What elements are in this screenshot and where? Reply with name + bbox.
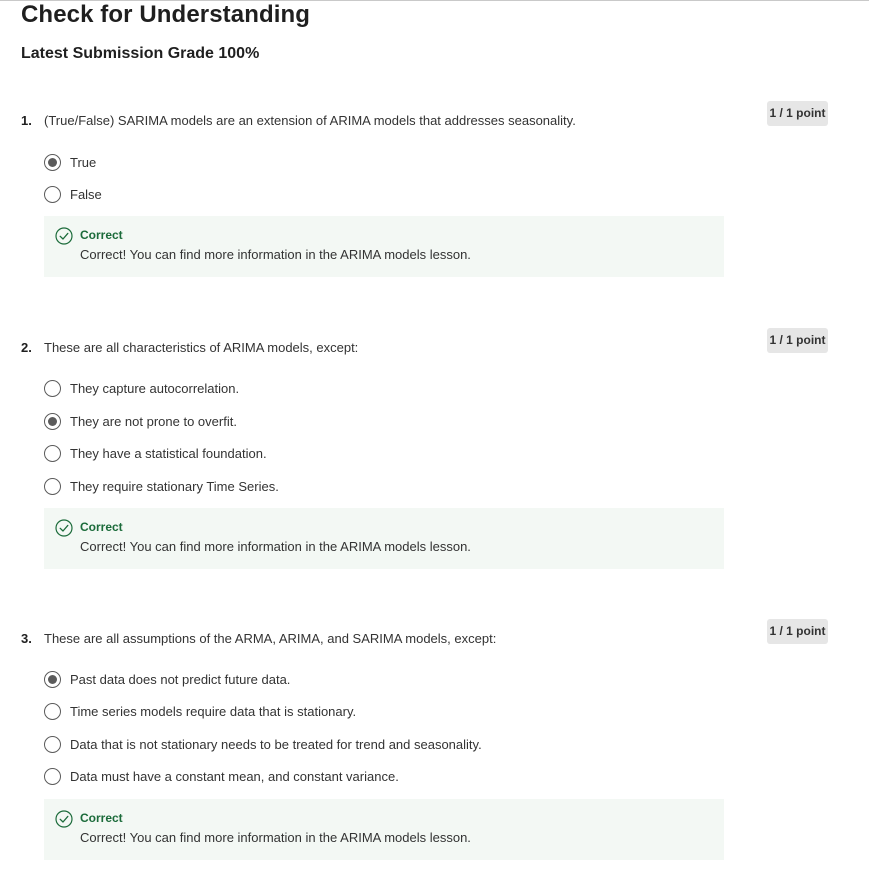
check-circle-icon	[55, 810, 73, 828]
radio-button[interactable]	[44, 703, 61, 720]
feedback-status: Correct	[80, 811, 123, 825]
answer-label: True	[70, 155, 97, 170]
answer-label: False	[70, 187, 102, 202]
question-text: These are all characteristics of ARIMA m…	[44, 340, 359, 355]
radio-button[interactable]	[44, 445, 61, 462]
radio-button-selected[interactable]	[44, 154, 61, 171]
question-number: 2.	[21, 340, 32, 355]
answer-label: Data that is not stationary needs to be …	[70, 737, 482, 752]
radio-button-selected[interactable]	[44, 413, 61, 430]
feedback-message: Correct! You can find more information i…	[80, 247, 471, 262]
radio-button-selected[interactable]	[44, 671, 61, 688]
radio-button[interactable]	[44, 478, 61, 495]
feedback-box: Correct Correct! You can find more infor…	[44, 508, 724, 569]
question-text: (True/False) SARIMA models are an extens…	[44, 113, 576, 128]
answer-label: Time series models require data that is …	[70, 704, 357, 719]
question-header: 1. (True/False) SARIMA models are an ext…	[21, 111, 721, 131]
page-title: Check for Understanding	[21, 1, 310, 28]
points-badge: 1 / 1 point	[767, 101, 828, 126]
feedback-message: Correct! You can find more information i…	[80, 539, 471, 554]
answer-label: They have a statistical foundation.	[70, 446, 267, 461]
answer-label: Past data does not predict future data.	[70, 672, 291, 687]
points-badge: 1 / 1 point	[767, 328, 828, 353]
feedback-status: Correct	[80, 520, 123, 534]
question-header: 2. These are all characteristics of ARIM…	[21, 338, 721, 358]
question-header: 3. These are all assumptions of the ARMA…	[21, 629, 721, 649]
check-circle-icon	[55, 519, 73, 537]
check-circle-icon	[55, 227, 73, 245]
feedback-box: Correct Correct! You can find more infor…	[44, 216, 724, 277]
question-number: 3.	[21, 631, 32, 646]
answer-label: They require stationary Time Series.	[70, 479, 279, 494]
points-badge: 1 / 1 point	[767, 619, 828, 644]
radio-button[interactable]	[44, 736, 61, 753]
answer-label: Data must have a constant mean, and cons…	[70, 769, 399, 784]
radio-button[interactable]	[44, 186, 61, 203]
feedback-box: Correct Correct! You can find more infor…	[44, 799, 724, 860]
question-number: 1.	[21, 113, 32, 128]
feedback-status: Correct	[80, 228, 123, 242]
feedback-message: Correct! You can find more information i…	[80, 830, 471, 845]
radio-button[interactable]	[44, 380, 61, 397]
grade-summary: Latest Submission Grade 100%	[21, 45, 260, 62]
radio-button[interactable]	[44, 768, 61, 785]
answer-label: They are not prone to overfit.	[70, 414, 237, 429]
question-text: These are all assumptions of the ARMA, A…	[44, 631, 497, 646]
answer-label: They capture autocorrelation.	[70, 381, 240, 396]
